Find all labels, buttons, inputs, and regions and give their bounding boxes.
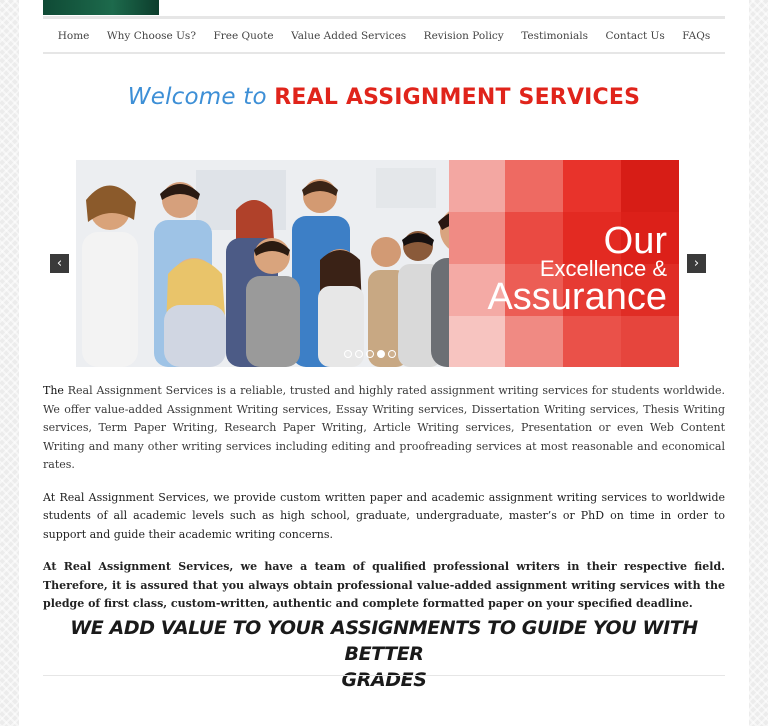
nav-home[interactable]: Home [58, 28, 90, 44]
intro-paragraph-1: The Real Assignment Services is a reliab… [43, 382, 725, 475]
welcome-prefix: Welcome to [127, 84, 267, 110]
chevron-right-icon: › [693, 256, 700, 271]
slider-pagination [344, 350, 396, 358]
tagline-line2: GRADES [341, 669, 427, 691]
slider-dot-4[interactable] [377, 350, 385, 358]
slider-next-button[interactable]: › [687, 254, 706, 273]
page-container: Home Why Choose Us? Free Quote Value Add… [19, 0, 749, 726]
intro-paragraph-2: At Real Assignment Services, we provide … [43, 490, 725, 541]
slider-prev-button[interactable]: ‹ [50, 254, 69, 273]
slide-caption-line1: Our [603, 220, 667, 262]
nav-revision-policy[interactable]: Revision Policy [424, 28, 504, 44]
intro-content: The Real Assignment Services is a reliab… [43, 382, 725, 628]
nav-value-added-services[interactable]: Value Added Services [291, 28, 406, 44]
students-photo-illustration [76, 160, 497, 367]
main-nav: Home Why Choose Us? Free Quote Value Add… [43, 16, 725, 54]
site-logo[interactable] [43, 0, 159, 15]
nav-free-quote[interactable]: Free Quote [213, 28, 273, 44]
nav-faqs[interactable]: FAQs [682, 28, 710, 44]
slider-dot-3[interactable] [366, 350, 374, 358]
nav-contact-us[interactable]: Contact Us [606, 28, 665, 44]
nav-testimonials[interactable]: Testimonials [521, 28, 588, 44]
nav-why-choose-us[interactable]: Why Choose Us? [107, 28, 196, 44]
welcome-brand: REAL ASSIGNMENT SERVICES [274, 85, 641, 110]
intro-paragraph-3: At Real Assignment Services, we have a t… [43, 560, 725, 610]
slider-dot-1[interactable] [344, 350, 352, 358]
slider-dot-5[interactable] [388, 350, 396, 358]
hero-slider: Our Excellence & Assurance [76, 160, 679, 367]
welcome-heading: Welcome to REAL ASSIGNMENT SERVICES [19, 84, 749, 110]
intro-paragraph-1-lead: The [43, 384, 64, 397]
slide-caption-line3: Assurance [487, 276, 667, 318]
tagline-line1: WE ADD VALUE TO YOUR ASSIGNMENTS TO GUID… [70, 617, 698, 665]
slide-photo-students [76, 160, 497, 367]
intro-paragraph-1-body: Real Assignment Services is a reliable, … [43, 384, 725, 471]
tagline-heading: WE ADD VALUE TO YOUR ASSIGNMENTS TO GUID… [43, 615, 725, 693]
section-divider [43, 675, 725, 676]
chevron-left-icon: ‹ [56, 256, 63, 271]
slider-dot-2[interactable] [355, 350, 363, 358]
slide-caption: Our Excellence & Assurance [449, 222, 679, 316]
